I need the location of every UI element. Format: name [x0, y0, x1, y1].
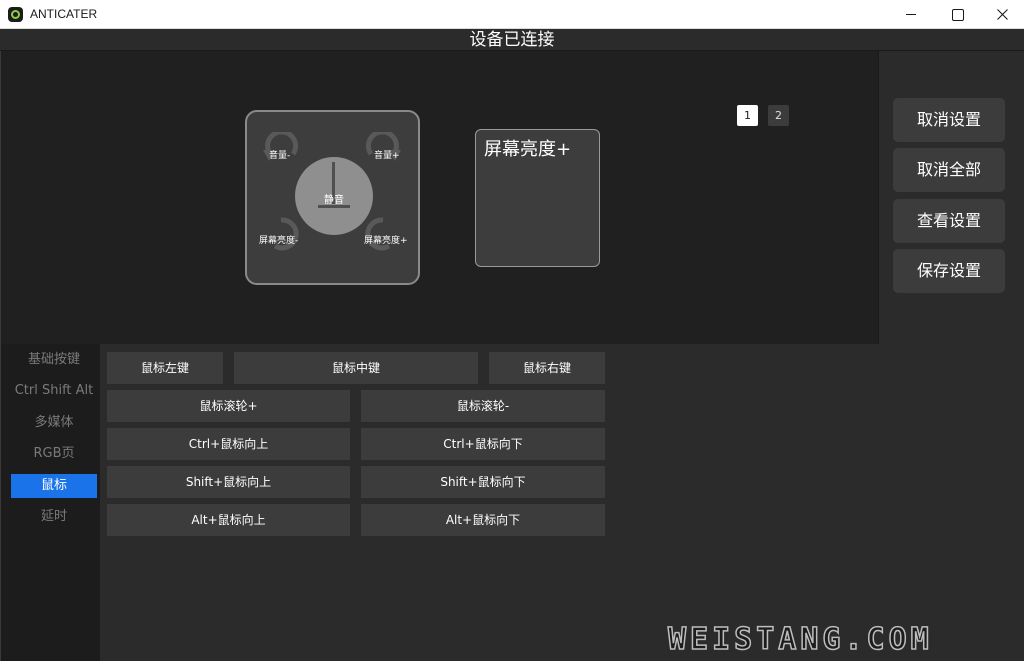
- device-preview-area: 1 2: [0, 51, 878, 344]
- mute-label: 静音: [324, 195, 344, 206]
- close-icon: [997, 9, 1008, 20]
- nav-item-rgb[interactable]: RGB页: [11, 442, 97, 466]
- title-bar: ANTICATER: [0, 0, 1024, 29]
- ctrl-mouse-up-button[interactable]: Ctrl+鼠标向上: [107, 428, 350, 460]
- mouse-key-grid: 鼠标左键 鼠标中键 鼠标右键 鼠标滚轮+ 鼠标滚轮- Ctrl+鼠标向上 Ctr…: [100, 344, 1024, 661]
- key-preview-label: 屏幕亮度+: [484, 139, 572, 160]
- key-selection-area: 基础按键 Ctrl Shift Alt 多媒体 RGB页 鼠标 延时 鼠标左键 …: [0, 344, 1024, 661]
- mouse-middle-button[interactable]: 鼠标中键: [234, 352, 478, 384]
- shift-mouse-down-button[interactable]: Shift+鼠标向下: [361, 466, 605, 498]
- nav-item-basic-keys[interactable]: 基础按键: [11, 348, 97, 372]
- nav-item-mouse[interactable]: 鼠标: [11, 474, 97, 498]
- page-2-button[interactable]: 2: [768, 105, 789, 126]
- view-setting-button[interactable]: 查看设置: [893, 199, 1005, 243]
- window-title: ANTICATER: [30, 7, 98, 21]
- volume-down-label: 音量-: [269, 151, 291, 161]
- brightness-down-label: 屏幕亮度-: [259, 236, 299, 246]
- page-1-button[interactable]: 1: [737, 105, 758, 126]
- brightness-up-label: 屏幕亮度+: [364, 236, 408, 246]
- nav-item-delay[interactable]: 延时: [11, 505, 97, 529]
- alt-mouse-down-button[interactable]: Alt+鼠标向下: [361, 504, 605, 536]
- watermark: WEISTANG.COM: [667, 621, 933, 658]
- cancel-setting-button[interactable]: 取消设置: [893, 98, 1005, 142]
- nav-item-modifiers[interactable]: Ctrl Shift Alt: [11, 379, 97, 403]
- minimize-button[interactable]: [888, 0, 934, 29]
- knob-center[interactable]: 静音: [295, 157, 373, 235]
- mouse-right-button[interactable]: 鼠标右键: [489, 352, 605, 384]
- alt-mouse-up-button[interactable]: Alt+鼠标向上: [107, 504, 350, 536]
- wheel-up-button[interactable]: 鼠标滚轮+: [107, 390, 350, 422]
- action-panel: 取消设置 取消全部 查看设置 保存设置: [878, 51, 1024, 344]
- maximize-button[interactable]: [934, 0, 980, 29]
- key-preview[interactable]: 屏幕亮度+: [475, 129, 600, 267]
- save-setting-button[interactable]: 保存设置: [893, 249, 1005, 293]
- app-logo-icon: [8, 7, 23, 22]
- volume-up-label: 音量+: [374, 151, 400, 161]
- category-nav: 基础按键 Ctrl Shift Alt 多媒体 RGB页 鼠标 延时: [0, 344, 100, 661]
- ctrl-mouse-down-button[interactable]: Ctrl+鼠标向下: [361, 428, 605, 460]
- close-button[interactable]: [980, 0, 1024, 29]
- shift-mouse-up-button[interactable]: Shift+鼠标向上: [107, 466, 350, 498]
- nav-item-multimedia[interactable]: 多媒体: [11, 411, 97, 435]
- cancel-all-button[interactable]: 取消全部: [893, 148, 1005, 192]
- wheel-down-button[interactable]: 鼠标滚轮-: [361, 390, 605, 422]
- knob-panel[interactable]: 音量- 音量+ 静音 屏幕亮度- 屏幕亮度+: [245, 110, 420, 285]
- connection-status: 设备已连接: [0, 29, 1024, 51]
- mouse-left-button[interactable]: 鼠标左键: [107, 352, 223, 384]
